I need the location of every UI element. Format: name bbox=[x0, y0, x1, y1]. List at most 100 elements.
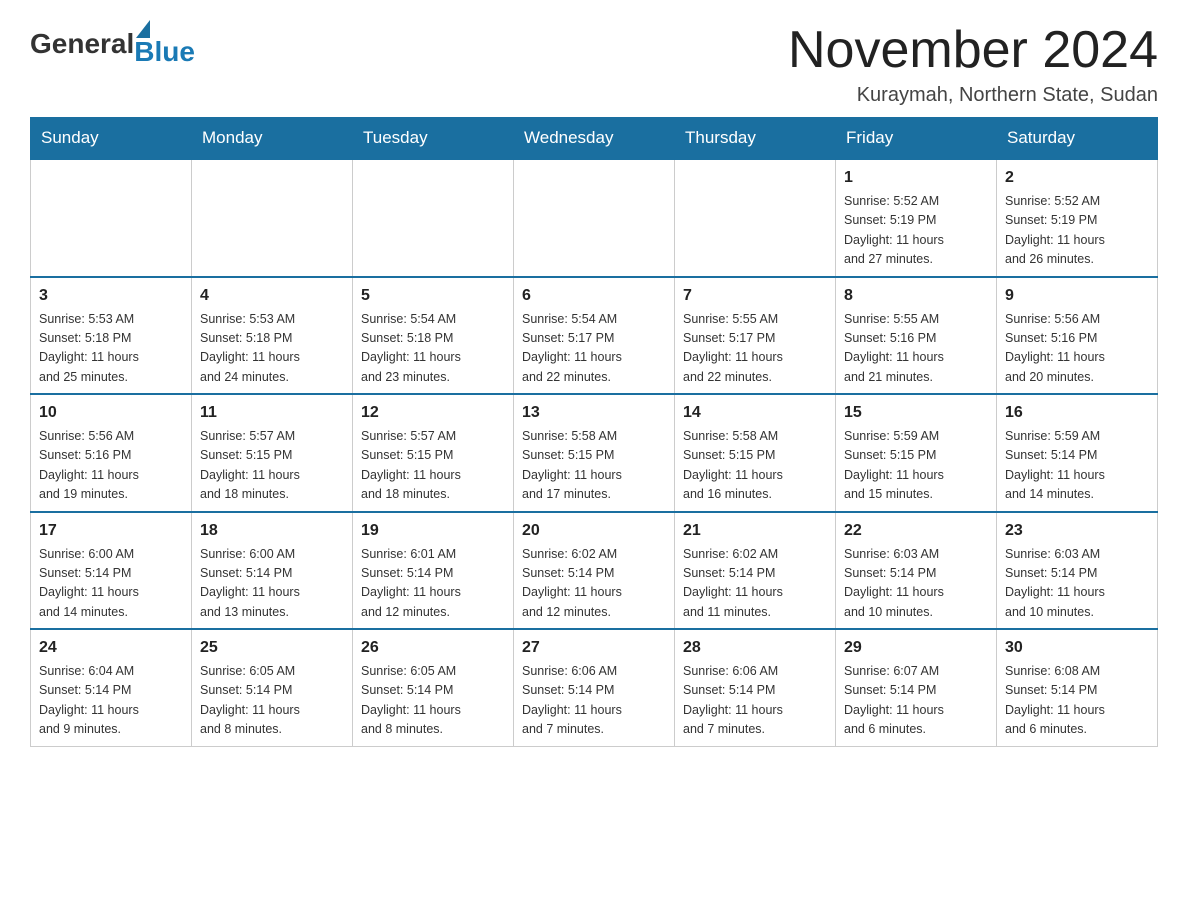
day-info: Sunrise: 5:59 AM Sunset: 5:15 PM Dayligh… bbox=[844, 429, 944, 501]
calendar-cell bbox=[192, 159, 353, 277]
day-info: Sunrise: 5:54 AM Sunset: 5:18 PM Dayligh… bbox=[361, 312, 461, 384]
logo: General Blue bbox=[30, 20, 195, 68]
calendar-cell bbox=[353, 159, 514, 277]
day-number: 15 bbox=[844, 401, 988, 425]
calendar-cell: 13 Sunrise: 5:58 AM Sunset: 5:15 PM Dayli… bbox=[514, 394, 675, 512]
day-number: 19 bbox=[361, 519, 505, 543]
calendar-week-row: 10 Sunrise: 5:56 AM Sunset: 5:16 PM Dayli… bbox=[31, 394, 1158, 512]
calendar-cell: 16 Sunrise: 5:59 AM Sunset: 5:14 PM Dayli… bbox=[997, 394, 1158, 512]
day-number: 16 bbox=[1005, 401, 1149, 425]
calendar-week-row: 1 Sunrise: 5:52 AM Sunset: 5:19 PM Daylig… bbox=[31, 159, 1158, 277]
day-info: Sunrise: 6:05 AM Sunset: 5:14 PM Dayligh… bbox=[200, 664, 300, 736]
calendar-cell: 4 Sunrise: 5:53 AM Sunset: 5:18 PM Daylig… bbox=[192, 277, 353, 395]
day-number: 10 bbox=[39, 401, 183, 425]
calendar-title: November 2024 bbox=[788, 20, 1158, 80]
calendar-cell: 5 Sunrise: 5:54 AM Sunset: 5:18 PM Daylig… bbox=[353, 277, 514, 395]
day-info: Sunrise: 6:00 AM Sunset: 5:14 PM Dayligh… bbox=[39, 547, 139, 619]
calendar-header-row: SundayMondayTuesdayWednesdayThursdayFrid… bbox=[31, 118, 1158, 160]
calendar-cell: 15 Sunrise: 5:59 AM Sunset: 5:15 PM Dayli… bbox=[836, 394, 997, 512]
calendar-cell: 29 Sunrise: 6:07 AM Sunset: 5:14 PM Dayli… bbox=[836, 629, 997, 746]
day-number: 7 bbox=[683, 284, 827, 308]
calendar-cell: 26Sunrise: 6:05 AM Sunset: 5:14 PM Dayli… bbox=[353, 629, 514, 746]
calendar-cell: 20Sunrise: 6:02 AM Sunset: 5:14 PM Dayli… bbox=[514, 512, 675, 630]
day-number: 6 bbox=[522, 284, 666, 308]
day-info: Sunrise: 6:03 AM Sunset: 5:14 PM Dayligh… bbox=[844, 547, 944, 619]
day-info: Sunrise: 5:56 AM Sunset: 5:16 PM Dayligh… bbox=[1005, 312, 1105, 384]
day-info: Sunrise: 6:04 AM Sunset: 5:14 PM Dayligh… bbox=[39, 664, 139, 736]
day-number: 24 bbox=[39, 636, 183, 660]
calendar-cell: 23 Sunrise: 6:03 AM Sunset: 5:14 PM Dayli… bbox=[997, 512, 1158, 630]
day-number: 5 bbox=[361, 284, 505, 308]
day-number: 29 bbox=[844, 636, 988, 660]
calendar-cell: 24 Sunrise: 6:04 AM Sunset: 5:14 PM Dayli… bbox=[31, 629, 192, 746]
day-number: 23 bbox=[1005, 519, 1149, 543]
day-info: Sunrise: 5:53 AM Sunset: 5:18 PM Dayligh… bbox=[200, 312, 300, 384]
day-number: 21 bbox=[683, 519, 827, 543]
day-number: 17 bbox=[39, 519, 183, 543]
day-info: Sunrise: 6:02 AM Sunset: 5:14 PM Dayligh… bbox=[522, 547, 622, 619]
day-info: Sunrise: 5:57 AM Sunset: 5:15 PM Dayligh… bbox=[361, 429, 461, 501]
day-number: 4 bbox=[200, 284, 344, 308]
day-info: Sunrise: 6:06 AM Sunset: 5:14 PM Dayligh… bbox=[683, 664, 783, 736]
day-number: 27 bbox=[522, 636, 666, 660]
day-info: Sunrise: 6:01 AM Sunset: 5:14 PM Dayligh… bbox=[361, 547, 461, 619]
day-number: 28 bbox=[683, 636, 827, 660]
day-number: 25 bbox=[200, 636, 344, 660]
day-number: 13 bbox=[522, 401, 666, 425]
day-info: Sunrise: 5:53 AM Sunset: 5:18 PM Dayligh… bbox=[39, 312, 139, 384]
day-number: 1 bbox=[844, 166, 988, 190]
calendar-week-row: 17 Sunrise: 6:00 AM Sunset: 5:14 PM Dayli… bbox=[31, 512, 1158, 630]
calendar-cell bbox=[31, 159, 192, 277]
day-info: Sunrise: 5:52 AM Sunset: 5:19 PM Dayligh… bbox=[1005, 194, 1105, 266]
calendar-cell: 7Sunrise: 5:55 AM Sunset: 5:17 PM Daylig… bbox=[675, 277, 836, 395]
day-number: 26 bbox=[361, 636, 505, 660]
day-info: Sunrise: 6:03 AM Sunset: 5:14 PM Dayligh… bbox=[1005, 547, 1105, 619]
logo-blue-part: Blue bbox=[134, 20, 195, 68]
calendar-week-row: 3Sunrise: 5:53 AM Sunset: 5:18 PM Daylig… bbox=[31, 277, 1158, 395]
header-monday: Monday bbox=[192, 118, 353, 160]
calendar-subtitle: Kuraymah, Northern State, Sudan bbox=[788, 84, 1158, 107]
page-header: General Blue November 2024 Kuraymah, Nor… bbox=[30, 20, 1158, 107]
calendar-table: SundayMondayTuesdayWednesdayThursdayFrid… bbox=[30, 117, 1158, 747]
day-number: 2 bbox=[1005, 166, 1149, 190]
title-section: November 2024 Kuraymah, Northern State, … bbox=[788, 20, 1158, 107]
calendar-cell: 1Sunrise: 5:52 AM Sunset: 5:19 PM Daylig… bbox=[836, 159, 997, 277]
day-info: Sunrise: 5:59 AM Sunset: 5:14 PM Dayligh… bbox=[1005, 429, 1105, 501]
calendar-cell: 22Sunrise: 6:03 AM Sunset: 5:14 PM Dayli… bbox=[836, 512, 997, 630]
calendar-cell bbox=[675, 159, 836, 277]
calendar-cell: 30 Sunrise: 6:08 AM Sunset: 5:14 PM Dayli… bbox=[997, 629, 1158, 746]
day-info: Sunrise: 5:57 AM Sunset: 5:15 PM Dayligh… bbox=[200, 429, 300, 501]
day-info: Sunrise: 6:02 AM Sunset: 5:14 PM Dayligh… bbox=[683, 547, 783, 619]
calendar-cell bbox=[514, 159, 675, 277]
calendar-cell: 3Sunrise: 5:53 AM Sunset: 5:18 PM Daylig… bbox=[31, 277, 192, 395]
logo-blue-text: Blue bbox=[134, 36, 195, 68]
day-number: 11 bbox=[200, 401, 344, 425]
calendar-cell: 8Sunrise: 5:55 AM Sunset: 5:16 PM Daylig… bbox=[836, 277, 997, 395]
calendar-cell: 17 Sunrise: 6:00 AM Sunset: 5:14 PM Dayli… bbox=[31, 512, 192, 630]
calendar-cell: 19 Sunrise: 6:01 AM Sunset: 5:14 PM Dayli… bbox=[353, 512, 514, 630]
logo-general-text: General bbox=[30, 28, 134, 60]
calendar-cell: 6Sunrise: 5:54 AM Sunset: 5:17 PM Daylig… bbox=[514, 277, 675, 395]
calendar-cell: 25 Sunrise: 6:05 AM Sunset: 5:14 PM Dayli… bbox=[192, 629, 353, 746]
calendar-cell: 10 Sunrise: 5:56 AM Sunset: 5:16 PM Dayli… bbox=[31, 394, 192, 512]
day-info: Sunrise: 6:07 AM Sunset: 5:14 PM Dayligh… bbox=[844, 664, 944, 736]
calendar-week-row: 24 Sunrise: 6:04 AM Sunset: 5:14 PM Dayli… bbox=[31, 629, 1158, 746]
header-saturday: Saturday bbox=[997, 118, 1158, 160]
day-info: Sunrise: 5:58 AM Sunset: 5:15 PM Dayligh… bbox=[522, 429, 622, 501]
day-number: 12 bbox=[361, 401, 505, 425]
calendar-cell: 11 Sunrise: 5:57 AM Sunset: 5:15 PM Dayli… bbox=[192, 394, 353, 512]
day-number: 18 bbox=[200, 519, 344, 543]
day-number: 14 bbox=[683, 401, 827, 425]
calendar-cell: 2 Sunrise: 5:52 AM Sunset: 5:19 PM Daylig… bbox=[997, 159, 1158, 277]
day-info: Sunrise: 6:06 AM Sunset: 5:14 PM Dayligh… bbox=[522, 664, 622, 736]
calendar-cell: 12 Sunrise: 5:57 AM Sunset: 5:15 PM Dayli… bbox=[353, 394, 514, 512]
day-number: 9 bbox=[1005, 284, 1149, 308]
day-number: 30 bbox=[1005, 636, 1149, 660]
day-info: Sunrise: 6:08 AM Sunset: 5:14 PM Dayligh… bbox=[1005, 664, 1105, 736]
day-info: Sunrise: 5:56 AM Sunset: 5:16 PM Dayligh… bbox=[39, 429, 139, 501]
header-sunday: Sunday bbox=[31, 118, 192, 160]
calendar-cell: 21 Sunrise: 6:02 AM Sunset: 5:14 PM Dayli… bbox=[675, 512, 836, 630]
calendar-cell: 14Sunrise: 5:58 AM Sunset: 5:15 PM Dayli… bbox=[675, 394, 836, 512]
day-number: 8 bbox=[844, 284, 988, 308]
day-info: Sunrise: 6:00 AM Sunset: 5:14 PM Dayligh… bbox=[200, 547, 300, 619]
